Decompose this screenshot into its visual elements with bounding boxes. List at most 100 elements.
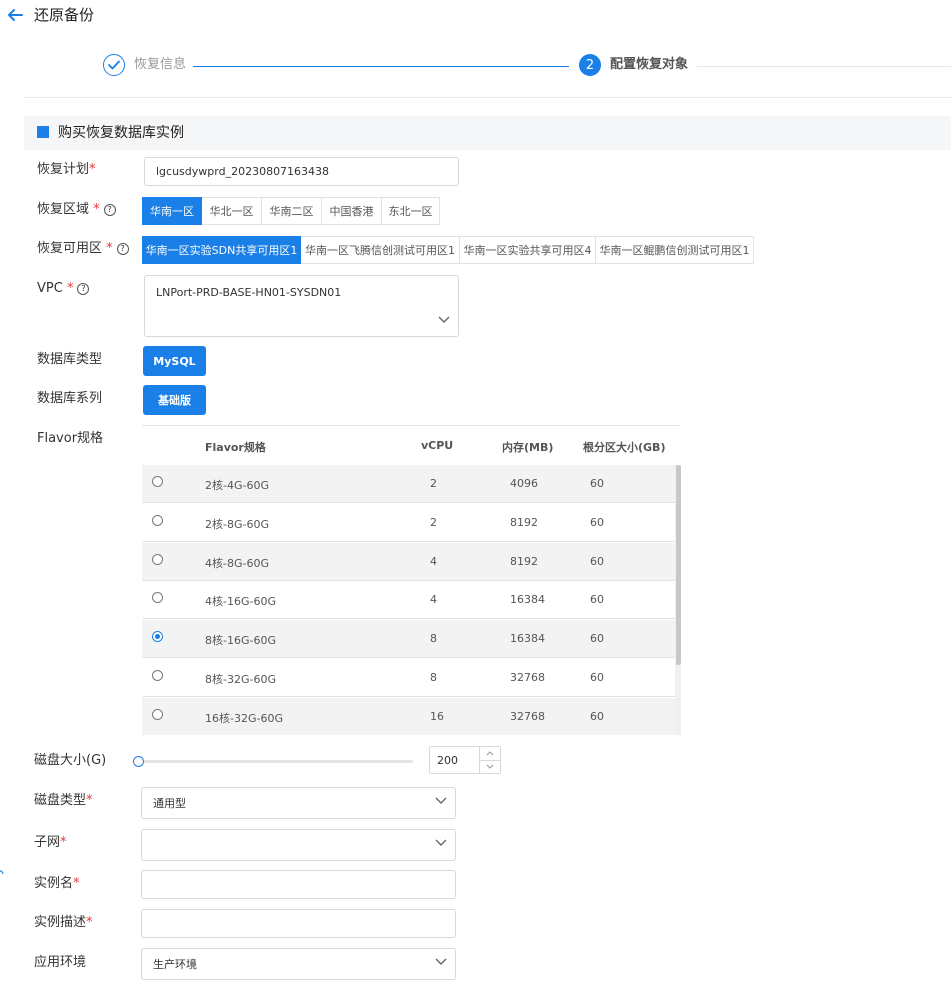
table-row[interactable]: 16核-32G-60G 16 32768 60 [142, 697, 675, 735]
vpc-select[interactable]: LNPort-PRD-BASE-HN01-SYSDN01 [144, 275, 459, 337]
region-option[interactable]: 东北一区 [382, 197, 440, 225]
flavor-radio[interactable] [152, 631, 163, 643]
table-row[interactable]: 2核-4G-60G 2 4096 60 [142, 465, 675, 503]
disk-type-label: 磁盘类型* [34, 793, 93, 808]
db-type-label: 数据库类型 [37, 352, 103, 367]
flavor-cell-vcpu: 4 [430, 554, 437, 568]
decrement-button[interactable] [480, 760, 500, 773]
column-header: vCPU [421, 439, 454, 452]
increment-button[interactable] [480, 747, 500, 761]
chevron-down-icon [438, 316, 450, 323]
table-row[interactable]: 2核-8G-60G 2 8192 60 [142, 504, 675, 542]
table-row[interactable]: 8核-16G-60G 8 16384 60 [142, 620, 675, 659]
step-1-indicator [103, 54, 125, 76]
collapsed-sidebar-icon[interactable] [0, 870, 4, 878]
flavor-cell-disk: 60 [590, 632, 604, 646]
step-2-number: 2 [579, 54, 601, 76]
table-top-border [142, 425, 681, 426]
environment-select[interactable]: 生产环境 [141, 948, 456, 980]
vpc-label: VPC *? [37, 281, 90, 297]
region-selector: 华南一区 华北一区 华南二区 中国香港 东北一区 [142, 197, 440, 225]
flavor-cell-name: 4核-16G-60G [205, 595, 276, 609]
zone-label: 恢复可用区 *? [37, 241, 129, 257]
step-2-label: 配置恢复对象 [610, 57, 689, 72]
arrow-left-icon[interactable] [6, 6, 24, 24]
region-option[interactable]: 华南二区 [262, 197, 322, 225]
chevron-up-icon [486, 751, 494, 756]
flavor-cell-mem: 8192 [510, 515, 538, 529]
header-divider [24, 97, 951, 98]
flavor-cell-mem: 16384 [510, 632, 545, 646]
chevron-down-icon [435, 797, 447, 804]
plan-label: 恢复计划* [37, 162, 96, 177]
flavor-radio[interactable] [152, 476, 163, 487]
flavor-cell-disk: 60 [590, 477, 604, 490]
flavor-cell-name: 2核-4G-60G [205, 479, 269, 492]
flavor-cell-vcpu: 2 [430, 515, 437, 529]
table-scrollbar-thumb[interactable] [676, 465, 681, 665]
instance-name-input[interactable] [141, 870, 456, 899]
plan-input[interactable]: lgcusdywprd_20230807163438 [144, 157, 459, 186]
disk-size-slider-handle[interactable] [133, 756, 144, 767]
flavor-radio[interactable] [152, 553, 163, 565]
db-series-basic-button[interactable]: 基础版 [143, 385, 206, 415]
region-option[interactable]: 华南一区 [142, 197, 202, 225]
zone-option[interactable]: 华南一区飞腾信创测试可用区1 [301, 236, 460, 264]
step-1-label[interactable]: 恢复信息 [134, 57, 186, 73]
subnet-select[interactable] [141, 829, 456, 861]
section-marker-icon [37, 126, 49, 138]
instance-name-label: 实例名* [34, 876, 80, 891]
flavor-cell-mem: 32768 [510, 671, 545, 684]
table-row[interactable]: 8核-32G-60G 8 32768 60 [142, 659, 675, 697]
flavor-cell-name: 16核-32G-60G [205, 711, 283, 725]
table-row[interactable]: 4核-8G-60G 4 8192 60 [142, 542, 675, 581]
zone-option[interactable]: 华南一区鲲鹏信创测试可用区1 [596, 236, 754, 264]
region-option[interactable]: 中国香港 [322, 197, 382, 225]
flavor-cell-vcpu: 8 [430, 632, 437, 646]
flavor-cell-disk: 60 [590, 515, 604, 529]
flavor-radio[interactable] [152, 670, 163, 681]
flavor-radio[interactable] [152, 514, 163, 526]
db-type-mysql-button[interactable]: MySQL [143, 346, 206, 376]
flavor-cell-disk: 60 [590, 593, 604, 607]
column-header: 根分区大小(GB) [583, 441, 666, 454]
disk-size-value[interactable]: 200 [437, 754, 458, 767]
section-title: 购买恢复数据库实例 [58, 125, 184, 141]
db-series-label: 数据库系列 [37, 391, 103, 406]
zone-option[interactable]: 华南一区实验共享可用区4 [460, 236, 596, 264]
flavor-cell-vcpu: 4 [430, 593, 437, 607]
flavor-cell-mem: 16384 [510, 593, 545, 607]
disk-size-stepper[interactable]: 200 [429, 746, 501, 774]
flavor-radio[interactable] [152, 592, 163, 604]
subnet-label: 子网* [34, 835, 67, 850]
zone-selector: 华南一区实验SDN共享可用区1 华南一区飞腾信创测试可用区1 华南一区实验共享可… [142, 236, 754, 264]
flavor-cell-mem: 32768 [510, 709, 545, 723]
step-connector [193, 66, 569, 67]
disk-type-select[interactable]: 通用型 [141, 787, 456, 819]
table-row[interactable]: 4核-16G-60G 4 16384 60 [142, 581, 675, 620]
column-header: Flavor规格 [205, 441, 266, 454]
check-icon [108, 60, 120, 70]
column-header: 内存(MB) [502, 441, 554, 454]
flavor-cell-disk: 60 [590, 554, 604, 568]
flavor-cell-name: 4核-8G-60G [205, 556, 269, 570]
instance-desc-input[interactable] [141, 909, 456, 938]
page-title: 还原备份 [34, 6, 95, 24]
help-icon[interactable]: ? [103, 204, 116, 216]
region-label: 恢复区域 *? [37, 202, 116, 218]
disk-size-slider-track[interactable] [140, 760, 413, 763]
zone-option[interactable]: 华南一区实验SDN共享可用区1 [142, 236, 301, 264]
flavor-cell-name: 2核-8G-60G [205, 517, 269, 531]
flavor-cell-vcpu: 8 [430, 671, 437, 684]
flavor-cell-name: 8核-16G-60G [205, 634, 276, 648]
chevron-down-icon [435, 839, 447, 846]
flavor-label: Flavor规格 [37, 431, 104, 446]
region-option[interactable]: 华北一区 [202, 197, 262, 225]
flavor-cell-vcpu: 2 [430, 477, 437, 490]
flavor-cell-vcpu: 16 [430, 709, 444, 723]
flavor-cell-mem: 8192 [510, 554, 538, 568]
help-icon[interactable]: ? [116, 243, 129, 255]
help-icon[interactable]: ? [77, 283, 90, 295]
flavor-cell-mem: 4096 [510, 477, 538, 490]
flavor-radio[interactable] [152, 708, 163, 720]
